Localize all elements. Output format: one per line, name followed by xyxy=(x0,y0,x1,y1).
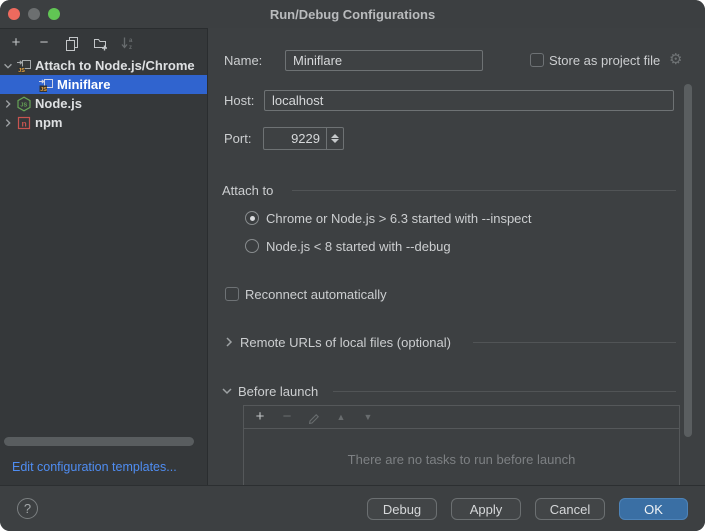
tree-item-attach-to-nodejs-chrome[interactable]: JS Attach to Node.js/Chrome xyxy=(0,56,207,75)
name-input[interactable] xyxy=(285,50,483,71)
reconnect-automatically-label: Reconnect automatically xyxy=(245,287,387,302)
dialog-title: Run/Debug Configurations xyxy=(0,7,705,22)
store-as-project-file-label: Store as project file xyxy=(549,53,660,68)
radio-nodejs-debug[interactable] xyxy=(245,239,259,253)
edit-task-icon xyxy=(306,409,322,425)
apply-button[interactable]: Apply xyxy=(451,498,521,520)
svg-text:n: n xyxy=(22,118,27,128)
form-vertical-scrollbar[interactable] xyxy=(684,84,692,437)
new-folder-icon[interactable] xyxy=(92,35,108,51)
section-divider xyxy=(473,342,676,343)
npm-icon: n xyxy=(16,115,32,131)
titlebar: Run/Debug Configurations xyxy=(0,0,705,28)
store-as-project-file-checkbox[interactable] xyxy=(530,53,544,67)
copy-icon-glyph xyxy=(64,35,80,51)
help-button[interactable]: ? xyxy=(17,498,38,519)
tree-item-miniflare[interactable]: JS Miniflare xyxy=(0,75,207,94)
tree-item-npm[interactable]: n npm xyxy=(0,113,207,132)
gear-icon[interactable]: ⚙ xyxy=(669,52,682,67)
radio-nodejs-debug-label: Node.js < 8 started with --debug xyxy=(266,239,451,254)
remove-task-icon: − xyxy=(279,409,295,425)
chevron-down-icon[interactable] xyxy=(0,60,16,72)
chevron-right-icon[interactable] xyxy=(222,335,236,349)
attach-config-icon: JS xyxy=(16,58,32,74)
nodejs-icon: JS xyxy=(16,96,32,112)
attach-to-section-label: Attach to xyxy=(222,183,273,198)
configurations-sidebar: + − a z xyxy=(0,28,208,485)
debug-button[interactable]: Debug xyxy=(367,498,437,520)
before-launch-section-label[interactable]: Before launch xyxy=(238,384,318,399)
sort-icon: a z xyxy=(120,35,136,51)
move-up-icon: ▲ xyxy=(333,409,349,425)
chevron-right-icon[interactable] xyxy=(0,98,16,110)
run-debug-configurations-dialog: Run/Debug Configurations + − xyxy=(0,0,705,531)
radio-chrome-inspect-label: Chrome or Node.js > 6.3 started with --i… xyxy=(266,211,532,226)
host-label: Host: xyxy=(224,93,254,108)
tree-item-nodejs[interactable]: JS Node.js xyxy=(0,94,207,113)
port-stepper[interactable] xyxy=(326,128,343,149)
configuration-form: Name: Store as project file ⚙ Host: Port… xyxy=(208,28,705,485)
name-label: Name: xyxy=(224,53,262,68)
new-folder-icon-glyph xyxy=(92,35,108,51)
tasks-toolbar: + − ▲ ▼ xyxy=(244,406,679,429)
move-down-icon: ▼ xyxy=(360,409,376,425)
svg-text:JS: JS xyxy=(40,87,47,93)
svg-text:JS: JS xyxy=(18,68,25,74)
chevron-down-icon[interactable] xyxy=(220,384,234,398)
add-task-icon[interactable]: + xyxy=(252,409,268,425)
svg-text:a: a xyxy=(129,38,133,44)
stepper-down-icon[interactable] xyxy=(331,139,339,143)
remove-icon[interactable]: − xyxy=(36,35,52,51)
sidebar-toolbar: + − a z xyxy=(0,29,207,56)
tree-item-label: Miniflare xyxy=(57,77,110,92)
port-input[interactable] xyxy=(264,128,326,149)
svg-text:z: z xyxy=(129,45,132,51)
cancel-button[interactable]: Cancel xyxy=(535,498,605,520)
port-label: Port: xyxy=(224,131,251,146)
section-divider xyxy=(333,391,676,392)
dialog-footer: ? Debug Apply Cancel OK xyxy=(0,485,705,531)
reconnect-automatically-checkbox[interactable] xyxy=(225,287,239,301)
tree-item-label: npm xyxy=(35,115,62,130)
attach-config-icon: JS xyxy=(38,77,54,93)
edit-configuration-templates-link[interactable]: Edit configuration templates... xyxy=(12,460,177,474)
sidebar-horizontal-scrollbar[interactable] xyxy=(4,437,194,446)
remote-urls-section-label[interactable]: Remote URLs of local files (optional) xyxy=(240,335,451,350)
before-launch-tasks-panel: + − ▲ ▼ There are no tasks to run before… xyxy=(243,405,680,485)
tree-item-label: Attach to Node.js/Chrome xyxy=(35,58,195,73)
section-divider xyxy=(292,190,676,191)
no-tasks-message: There are no tasks to run before launch xyxy=(244,452,679,467)
ok-button[interactable]: OK xyxy=(619,498,688,520)
chevron-right-icon[interactable] xyxy=(0,117,16,129)
add-icon[interactable]: + xyxy=(8,35,24,51)
tree-item-label: Node.js xyxy=(35,96,82,111)
copy-icon[interactable] xyxy=(64,35,80,51)
radio-chrome-inspect[interactable] xyxy=(245,211,259,225)
port-spinner xyxy=(263,127,344,150)
sort-icon-glyph: a z xyxy=(120,35,136,51)
host-input[interactable] xyxy=(264,90,674,111)
stepper-up-icon[interactable] xyxy=(331,134,339,138)
svg-text:JS: JS xyxy=(20,102,27,108)
